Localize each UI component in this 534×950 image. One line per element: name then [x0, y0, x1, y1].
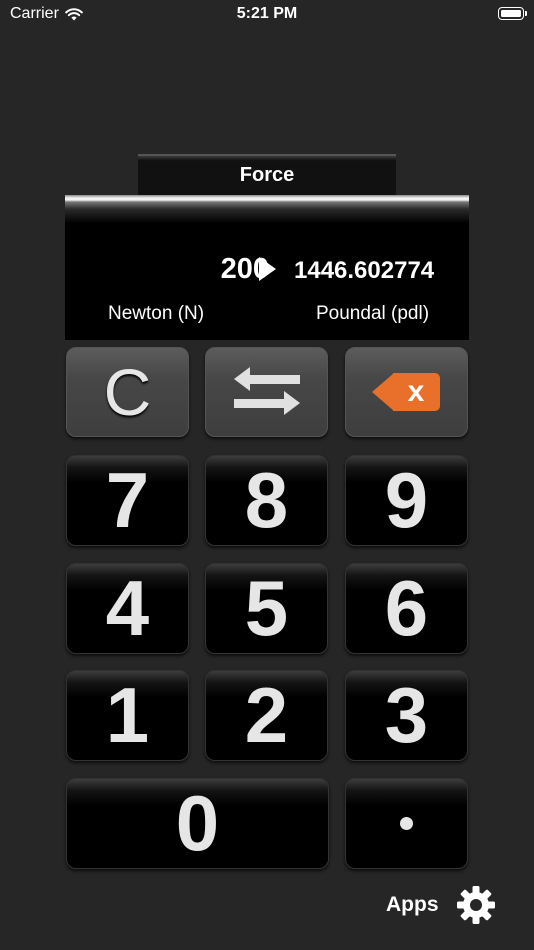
category-tab[interactable]: Force [138, 154, 396, 195]
conversion-display: 200 1446.602774 Newton (N) Poundal (pdl) [65, 195, 469, 340]
output-value: 1446.602774 [294, 257, 435, 284]
backspace-button[interactable]: x [345, 347, 468, 437]
digit-1-button[interactable]: 1 [66, 670, 189, 761]
apps-button[interactable]: Apps [386, 893, 439, 917]
swap-units-button[interactable] [205, 347, 328, 437]
decimal-dot [400, 817, 413, 830]
clear-button[interactable]: C [66, 347, 189, 437]
to-unit-selector[interactable]: Poundal (pdl) [316, 303, 429, 325]
digit-4-button[interactable]: 4 [66, 563, 189, 654]
digit-6-button[interactable]: 6 [345, 563, 468, 654]
battery-icon [498, 7, 527, 20]
digit-8-button[interactable]: 8 [205, 455, 328, 546]
clear-label: C [103, 355, 152, 429]
category-label: Force [239, 164, 295, 186]
from-unit-selector[interactable]: Newton (N) [108, 303, 204, 325]
digit-3-button[interactable]: 3 [345, 670, 468, 761]
gear-icon[interactable] [456, 885, 496, 925]
display-bezel [65, 195, 469, 223]
digit-7-button[interactable]: 7 [66, 455, 189, 546]
status-time: 5:21 PM [236, 5, 298, 22]
play-arrow-icon [259, 257, 276, 281]
decimal-point-button[interactable] [345, 778, 468, 869]
backspace-icon: x [371, 373, 442, 411]
swap-arrows-icon [233, 364, 300, 420]
digit-0-button[interactable]: 0 [66, 778, 329, 869]
digit-9-button[interactable]: 9 [345, 455, 468, 546]
digit-5-button[interactable]: 5 [205, 563, 328, 654]
digit-2-button[interactable]: 2 [205, 670, 328, 761]
status-bar: Carrier 5:21 PM [0, 0, 534, 30]
